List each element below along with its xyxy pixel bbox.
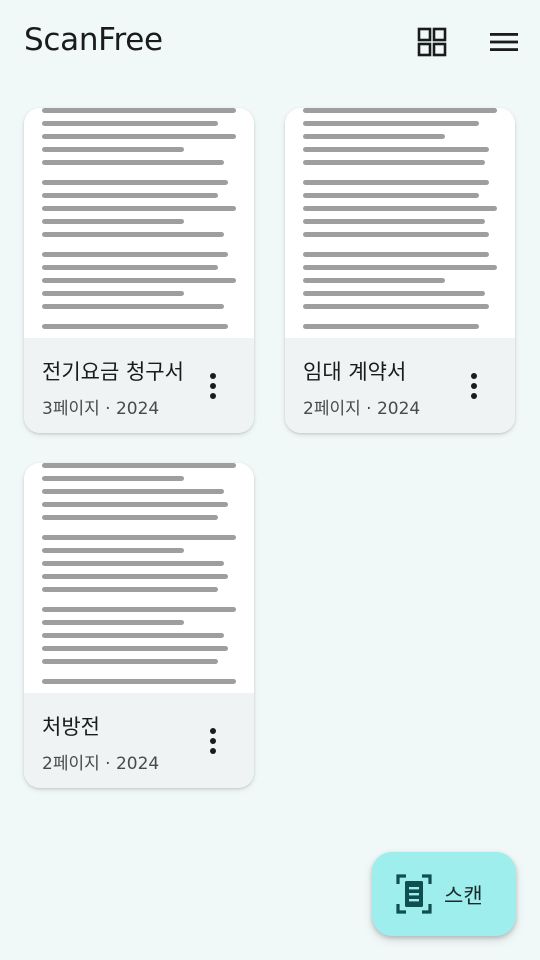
document-card[interactable]: 전기요금 청구서 3페이지 · 2024 — [24, 108, 254, 433]
grid-view-button[interactable] — [410, 22, 454, 62]
document-title: 처방전 — [42, 715, 100, 739]
document-card[interactable]: 임대 계약서 2페이지 · 2024 — [285, 108, 515, 433]
more-options-button[interactable] — [194, 717, 232, 765]
menu-button[interactable] — [482, 22, 526, 62]
document-scanner-icon — [396, 874, 432, 914]
document-thumbnail — [24, 108, 254, 338]
more-vert-icon — [471, 373, 477, 399]
top-app-bar: ScanFree — [0, 0, 540, 86]
more-vert-icon — [210, 728, 216, 754]
document-info: 처방전 2페이지 · 2024 — [24, 693, 254, 788]
hamburger-menu-icon — [490, 33, 518, 51]
grid-view-icon — [417, 27, 447, 57]
document-meta: 2페이지 · 2024 — [42, 754, 160, 774]
document-meta: 2페이지 · 2024 — [303, 399, 421, 419]
document-info: 전기요금 청구서 3페이지 · 2024 — [24, 338, 254, 433]
document-thumbnail — [24, 463, 254, 693]
more-vert-icon — [210, 373, 216, 399]
more-options-button[interactable] — [455, 362, 493, 410]
document-meta: 3페이지 · 2024 — [42, 399, 160, 419]
document-info: 임대 계약서 2페이지 · 2024 — [285, 338, 515, 433]
document-title: 전기요금 청구서 — [42, 360, 184, 384]
more-options-button[interactable] — [194, 362, 232, 410]
document-title: 임대 계약서 — [303, 360, 407, 384]
document-card[interactable]: 처방전 2페이지 · 2024 — [24, 463, 254, 788]
document-thumbnail — [285, 108, 515, 338]
scan-button-label: 스캔 — [444, 884, 483, 908]
app-title: ScanFree — [24, 22, 163, 58]
scan-fab-button[interactable]: 스캔 — [372, 852, 516, 936]
